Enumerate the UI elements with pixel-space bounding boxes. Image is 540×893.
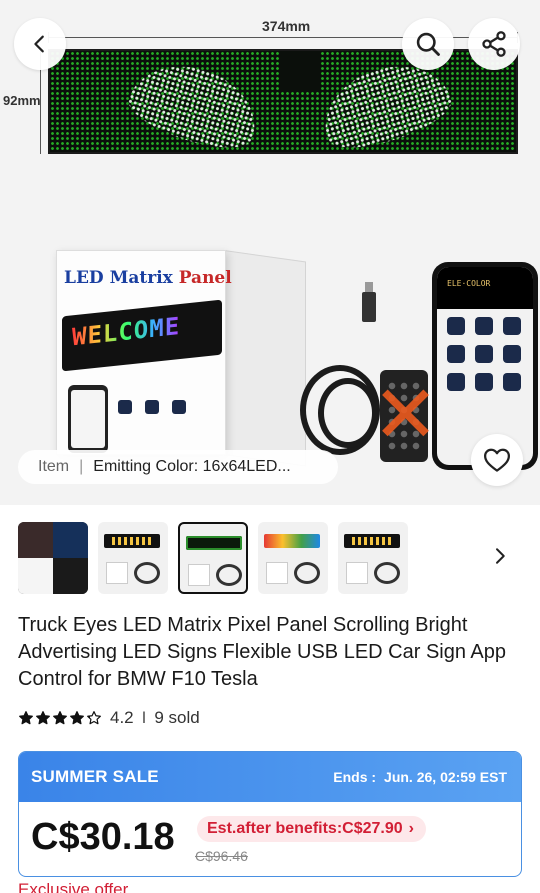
star-icon bbox=[53, 711, 67, 725]
thumbnail-4[interactable] bbox=[258, 522, 328, 594]
thumbnail-5[interactable] bbox=[338, 522, 408, 594]
package-box-side bbox=[224, 250, 306, 467]
width-dimension-label: 374mm bbox=[262, 18, 311, 34]
usb-plug-illustration bbox=[362, 282, 376, 322]
product-title: Truck Eyes LED Matrix Pixel Panel Scroll… bbox=[18, 614, 507, 690]
original-price: C$96.46 bbox=[195, 848, 248, 864]
exclusive-offer-label: Exclusive offer bbox=[18, 880, 129, 893]
star-icon bbox=[36, 711, 50, 725]
thumbnail-3-selected[interactable] bbox=[178, 522, 248, 594]
thumbnail-2[interactable] bbox=[98, 522, 168, 594]
item-separator: | bbox=[79, 458, 84, 475]
thumbnail-strip bbox=[18, 522, 408, 594]
sale-price-card: SUMMER SALE Ends : Jun. 26, 02:59 EST C$3… bbox=[18, 751, 522, 877]
sold-count: 9 sold bbox=[154, 708, 200, 727]
rating-value: 4.2 bbox=[110, 708, 134, 727]
back-button[interactable] bbox=[14, 18, 66, 70]
share-icon bbox=[482, 31, 506, 57]
after-benefits-label: Est.after benefits:C$27.90 bbox=[207, 820, 403, 837]
star-rating bbox=[18, 710, 102, 726]
led-eyes-panel-image bbox=[48, 49, 518, 154]
box-app-icons bbox=[118, 400, 186, 414]
mini-phone-illustration bbox=[68, 385, 108, 453]
thumbnail-next-button[interactable] bbox=[488, 544, 512, 568]
search-icon bbox=[416, 32, 440, 56]
thumbnail-1[interactable] bbox=[18, 522, 88, 594]
box-title: LED Matrix Panel bbox=[64, 268, 232, 288]
item-variant-pill[interactable]: Item | Emitting Color: 16x64LED... bbox=[18, 450, 338, 484]
sale-ends: Ends : Jun. 26, 02:59 EST bbox=[333, 769, 507, 785]
not-included-mark: ✕ bbox=[372, 370, 440, 459]
chevron-right-icon bbox=[496, 548, 505, 564]
star-icon bbox=[87, 711, 101, 725]
after-benefits-button[interactable]: Est.after benefits:C$27.90 › bbox=[197, 816, 426, 842]
chevron-left-icon bbox=[34, 35, 44, 53]
sale-end-time: Jun. 26, 02:59 EST bbox=[384, 769, 507, 785]
search-button[interactable] bbox=[402, 18, 454, 70]
current-price: C$30.18 bbox=[31, 816, 175, 858]
item-variant-value: Emitting Color: 16x64LED... bbox=[93, 458, 291, 475]
star-icon bbox=[70, 711, 84, 725]
heart-icon bbox=[484, 448, 510, 472]
share-button[interactable] bbox=[468, 18, 520, 70]
chevron-right-icon: › bbox=[408, 820, 414, 837]
rating-row[interactable]: 4.2 I 9 sold bbox=[18, 708, 200, 728]
height-dimension-label: 92mm bbox=[3, 93, 41, 108]
product-image-gallery[interactable]: 374mm 92mm LED Matrix Panel WELCOME ✕ It… bbox=[0, 0, 540, 505]
rating-separator: I bbox=[141, 708, 147, 727]
star-icon bbox=[19, 711, 33, 725]
sale-name: SUMMER SALE bbox=[31, 767, 159, 786]
item-label: Item bbox=[38, 458, 70, 475]
sale-banner: SUMMER SALE Ends : Jun. 26, 02:59 EST bbox=[19, 752, 521, 802]
favorite-button[interactable] bbox=[471, 434, 523, 486]
